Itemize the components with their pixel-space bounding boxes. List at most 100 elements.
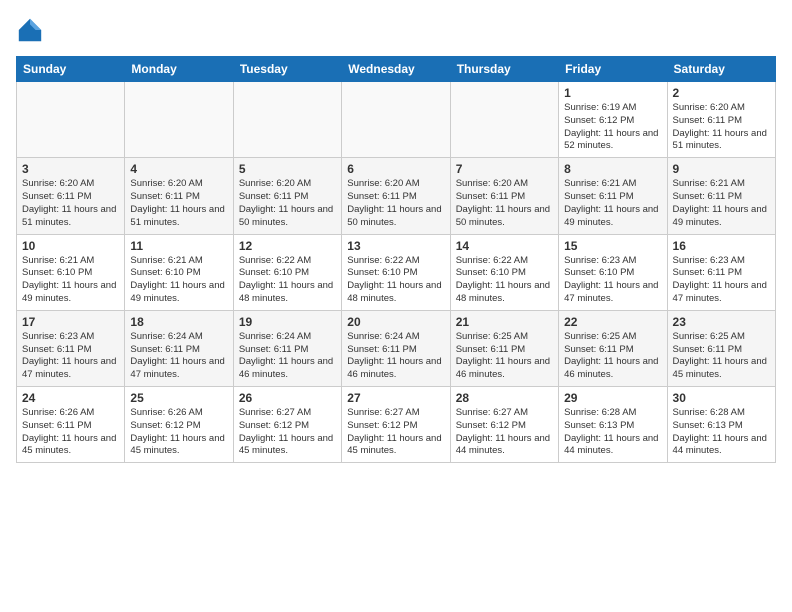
day-info: Sunrise: 6:21 AM Sunset: 6:10 PM Dayligh… bbox=[130, 255, 227, 306]
day-number: 19 bbox=[239, 315, 336, 329]
day-info: Sunrise: 6:24 AM Sunset: 6:11 PM Dayligh… bbox=[130, 331, 227, 382]
calendar-cell: 21Sunrise: 6:25 AM Sunset: 6:11 PM Dayli… bbox=[450, 310, 558, 386]
calendar-cell: 15 Sunrise: 6:23 AM Sunset: 6:10 PM Dayli… bbox=[559, 234, 667, 310]
calendar-cell: 2Sunrise: 6:20 AM Sunset: 6:11 PM Daylig… bbox=[667, 82, 775, 158]
calendar-cell: 27Sunrise: 6:27 AM Sunset: 6:12 PM Dayli… bbox=[342, 387, 450, 463]
day-number: 6 bbox=[347, 162, 444, 176]
day-number: 12 bbox=[239, 239, 336, 253]
calendar-cell bbox=[233, 82, 341, 158]
day-number: 14 bbox=[456, 239, 553, 253]
day-number: 4 bbox=[130, 162, 227, 176]
weekday-header: Wednesday bbox=[342, 57, 450, 82]
day-info: Sunrise: 6:19 AM Sunset: 6:12 PM Dayligh… bbox=[564, 102, 661, 153]
calendar-cell: 1 Sunrise: 6:19 AM Sunset: 6:12 PM Daylig… bbox=[559, 82, 667, 158]
calendar-week-row: 10 Sunrise: 6:21 AM Sunset: 6:10 PM Dayli… bbox=[17, 234, 776, 310]
calendar-cell: 8 Sunrise: 6:21 AM Sunset: 6:11 PM Daylig… bbox=[559, 158, 667, 234]
calendar-cell: 29 Sunrise: 6:28 AM Sunset: 6:13 PM Dayli… bbox=[559, 387, 667, 463]
logo-icon bbox=[16, 16, 44, 44]
day-number: 10 bbox=[22, 239, 119, 253]
calendar-cell: 24 Sunrise: 6:26 AM Sunset: 6:11 PM Dayli… bbox=[17, 387, 125, 463]
weekday-header: Saturday bbox=[667, 57, 775, 82]
calendar-cell: 5 Sunrise: 6:20 AM Sunset: 6:11 PM Daylig… bbox=[233, 158, 341, 234]
calendar-cell: 28 Sunrise: 6:27 AM Sunset: 6:12 PM Dayli… bbox=[450, 387, 558, 463]
day-number: 7 bbox=[456, 162, 553, 176]
day-info: Sunrise: 6:26 AM Sunset: 6:11 PM Dayligh… bbox=[22, 407, 119, 458]
day-info: Sunrise: 6:20 AM Sunset: 6:11 PM Dayligh… bbox=[130, 178, 227, 229]
day-number: 30 bbox=[673, 391, 770, 405]
day-number: 23 bbox=[673, 315, 770, 329]
calendar-cell: 12Sunrise: 6:22 AM Sunset: 6:10 PM Dayli… bbox=[233, 234, 341, 310]
day-info: Sunrise: 6:20 AM Sunset: 6:11 PM Dayligh… bbox=[347, 178, 444, 229]
calendar-cell bbox=[342, 82, 450, 158]
weekday-header-row: SundayMondayTuesdayWednesdayThursdayFrid… bbox=[17, 57, 776, 82]
day-info: Sunrise: 6:28 AM Sunset: 6:13 PM Dayligh… bbox=[673, 407, 770, 458]
calendar-week-row: 3 Sunrise: 6:20 AM Sunset: 6:11 PM Daylig… bbox=[17, 158, 776, 234]
day-number: 24 bbox=[22, 391, 119, 405]
weekday-header: Sunday bbox=[17, 57, 125, 82]
weekday-header: Monday bbox=[125, 57, 233, 82]
day-info: Sunrise: 6:27 AM Sunset: 6:12 PM Dayligh… bbox=[456, 407, 553, 458]
calendar-cell: 11 Sunrise: 6:21 AM Sunset: 6:10 PM Dayli… bbox=[125, 234, 233, 310]
day-number: 15 bbox=[564, 239, 661, 253]
calendar-cell: 20 Sunrise: 6:24 AM Sunset: 6:11 PM Dayli… bbox=[342, 310, 450, 386]
calendar-week-row: 17Sunrise: 6:23 AM Sunset: 6:11 PM Dayli… bbox=[17, 310, 776, 386]
day-number: 2 bbox=[673, 86, 770, 100]
calendar-cell: 13 Sunrise: 6:22 AM Sunset: 6:10 PM Dayli… bbox=[342, 234, 450, 310]
day-info: Sunrise: 6:20 AM Sunset: 6:11 PM Dayligh… bbox=[22, 178, 119, 229]
day-number: 22 bbox=[564, 315, 661, 329]
day-number: 17 bbox=[22, 315, 119, 329]
calendar-cell: 19 Sunrise: 6:24 AM Sunset: 6:11 PM Dayli… bbox=[233, 310, 341, 386]
calendar-cell: 23 Sunrise: 6:25 AM Sunset: 6:11 PM Dayli… bbox=[667, 310, 775, 386]
day-number: 5 bbox=[239, 162, 336, 176]
weekday-header: Thursday bbox=[450, 57, 558, 82]
day-info: Sunrise: 6:26 AM Sunset: 6:12 PM Dayligh… bbox=[130, 407, 227, 458]
page-header bbox=[16, 16, 776, 44]
day-number: 27 bbox=[347, 391, 444, 405]
day-info: Sunrise: 6:22 AM Sunset: 6:10 PM Dayligh… bbox=[456, 255, 553, 306]
day-info: Sunrise: 6:20 AM Sunset: 6:11 PM Dayligh… bbox=[239, 178, 336, 229]
day-info: Sunrise: 6:20 AM Sunset: 6:11 PM Dayligh… bbox=[456, 178, 553, 229]
calendar-cell bbox=[17, 82, 125, 158]
day-info: Sunrise: 6:22 AM Sunset: 6:10 PM Dayligh… bbox=[347, 255, 444, 306]
day-number: 11 bbox=[130, 239, 227, 253]
calendar-cell: 25 Sunrise: 6:26 AM Sunset: 6:12 PM Dayli… bbox=[125, 387, 233, 463]
day-number: 20 bbox=[347, 315, 444, 329]
day-number: 8 bbox=[564, 162, 661, 176]
day-number: 29 bbox=[564, 391, 661, 405]
day-info: Sunrise: 6:28 AM Sunset: 6:13 PM Dayligh… bbox=[564, 407, 661, 458]
calendar-cell: 22 Sunrise: 6:25 AM Sunset: 6:11 PM Dayli… bbox=[559, 310, 667, 386]
calendar-cell: 4 Sunrise: 6:20 AM Sunset: 6:11 PM Daylig… bbox=[125, 158, 233, 234]
calendar-cell: 10 Sunrise: 6:21 AM Sunset: 6:10 PM Dayli… bbox=[17, 234, 125, 310]
calendar-cell: 6 Sunrise: 6:20 AM Sunset: 6:11 PM Daylig… bbox=[342, 158, 450, 234]
day-number: 28 bbox=[456, 391, 553, 405]
day-info: Sunrise: 6:23 AM Sunset: 6:10 PM Dayligh… bbox=[564, 255, 661, 306]
calendar-cell: 7 Sunrise: 6:20 AM Sunset: 6:11 PM Daylig… bbox=[450, 158, 558, 234]
day-info: Sunrise: 6:25 AM Sunset: 6:11 PM Dayligh… bbox=[673, 331, 770, 382]
day-number: 13 bbox=[347, 239, 444, 253]
calendar-cell: 16 Sunrise: 6:23 AM Sunset: 6:11 PM Dayli… bbox=[667, 234, 775, 310]
calendar-cell: 9 Sunrise: 6:21 AM Sunset: 6:11 PM Daylig… bbox=[667, 158, 775, 234]
day-info: Sunrise: 6:21 AM Sunset: 6:11 PM Dayligh… bbox=[564, 178, 661, 229]
calendar-week-row: 1 Sunrise: 6:19 AM Sunset: 6:12 PM Daylig… bbox=[17, 82, 776, 158]
calendar-week-row: 24 Sunrise: 6:26 AM Sunset: 6:11 PM Dayli… bbox=[17, 387, 776, 463]
day-info: Sunrise: 6:25 AM Sunset: 6:11 PM Dayligh… bbox=[456, 331, 553, 382]
day-number: 25 bbox=[130, 391, 227, 405]
day-number: 26 bbox=[239, 391, 336, 405]
day-number: 3 bbox=[22, 162, 119, 176]
calendar-cell: 18 Sunrise: 6:24 AM Sunset: 6:11 PM Dayli… bbox=[125, 310, 233, 386]
day-number: 18 bbox=[130, 315, 227, 329]
day-number: 1 bbox=[564, 86, 661, 100]
day-number: 9 bbox=[673, 162, 770, 176]
day-number: 16 bbox=[673, 239, 770, 253]
calendar-table: SundayMondayTuesdayWednesdayThursdayFrid… bbox=[16, 56, 776, 463]
calendar-cell: 26 Sunrise: 6:27 AM Sunset: 6:12 PM Dayli… bbox=[233, 387, 341, 463]
day-info: Sunrise: 6:27 AM Sunset: 6:12 PM Dayligh… bbox=[239, 407, 336, 458]
day-info: Sunrise: 6:24 AM Sunset: 6:11 PM Dayligh… bbox=[239, 331, 336, 382]
day-info: Sunrise: 6:23 AM Sunset: 6:11 PM Dayligh… bbox=[673, 255, 770, 306]
calendar-cell: 30 Sunrise: 6:28 AM Sunset: 6:13 PM Dayli… bbox=[667, 387, 775, 463]
day-info: Sunrise: 6:25 AM Sunset: 6:11 PM Dayligh… bbox=[564, 331, 661, 382]
day-info: Sunrise: 6:24 AM Sunset: 6:11 PM Dayligh… bbox=[347, 331, 444, 382]
day-info: Sunrise: 6:21 AM Sunset: 6:10 PM Dayligh… bbox=[22, 255, 119, 306]
calendar-cell bbox=[450, 82, 558, 158]
day-info: Sunrise: 6:21 AM Sunset: 6:11 PM Dayligh… bbox=[673, 178, 770, 229]
